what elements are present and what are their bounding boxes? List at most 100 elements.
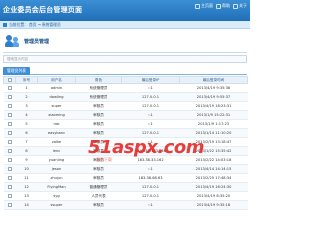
cell-last-time: 2013/2/25 17:48:34 — [179, 173, 248, 183]
checkbox[interactable] — [7, 185, 12, 189]
top-link-help[interactable]: 帮助 — [216, 3, 230, 9]
table-row[interactable]: 10 jeson 审核员::1 2013/4/14 14:14:15 — [3, 164, 248, 174]
cell-role: 系统管理员 — [75, 92, 122, 102]
cell-username: lenc — [37, 146, 76, 156]
cell-index: 2 — [15, 92, 38, 102]
cell-role: 人员代表 — [75, 191, 122, 201]
tab-bar: 管理员列表 — [3, 67, 247, 75]
breadcrumb: 当前位置： 首页 → 系统管理员 — [0, 21, 250, 29]
cell-role: 审核员 — [75, 173, 122, 183]
cell-username: dowling — [37, 92, 76, 102]
select-all-checkbox[interactable] — [3, 76, 16, 84]
search-input[interactable]: 搜索显示内容 — [3, 55, 247, 63]
cell-index: 10 — [15, 164, 38, 174]
checkbox[interactable] — [7, 140, 12, 144]
cell-last-time: 2013/4/19 9:35:18 — [179, 200, 248, 210]
cell-last-ip: ::1 — [121, 119, 180, 129]
cell-username: zhujun — [37, 173, 76, 183]
cell-index: 12 — [15, 182, 38, 192]
row-checkbox[interactable] — [3, 110, 16, 120]
page-title: 管理员管理 — [24, 39, 50, 45]
checkbox[interactable] — [7, 203, 12, 207]
cell-last-time: 2013/4/19 16:24:30 — [179, 182, 248, 192]
table-row[interactable]: 3 super 审核员 127.0.0.1 2013/4/19 18:23:31 — [3, 101, 248, 111]
table-row[interactable]: 4 xiaoming 审核员::1 2013/1/9 15:22:31 — [3, 110, 248, 120]
row-checkbox[interactable] — [3, 191, 16, 201]
checkbox[interactable] — [7, 158, 12, 162]
table-row[interactable]: 12 FlyingMan 普通管理员 127.0.0.1 2013/4/19 16:24… — [3, 182, 248, 192]
table-row[interactable]: 14 ssuper 审核员::1 2013/4/19 9:35:18 — [3, 200, 248, 210]
home-icon — [195, 3, 200, 9]
cell-last-time: 2013/4/19 8:35:20 — [179, 191, 248, 201]
top-link-about[interactable]: 关于 — [233, 3, 247, 9]
checkbox[interactable] — [7, 167, 12, 171]
column-header-last-time[interactable]: 最后登录时间 — [179, 76, 248, 84]
checkbox[interactable] — [7, 86, 12, 90]
cell-username: rob — [37, 119, 76, 129]
column-header-index[interactable]: 序号 — [15, 76, 38, 84]
breadcrumb-home[interactable]: 首页 — [29, 22, 37, 28]
cell-role: 审核员 — [75, 200, 122, 210]
cell-last-ip: ::1 — [121, 110, 180, 120]
checkbox[interactable] — [7, 131, 12, 135]
row-checkbox[interactable] — [3, 83, 16, 93]
cell-last-time: 2013/4/19 9:35:38 — [179, 83, 248, 93]
checkbox[interactable] — [7, 122, 12, 126]
location-icon — [3, 22, 7, 27]
row-checkbox[interactable] — [3, 155, 16, 165]
cell-username: super — [37, 101, 76, 111]
column-header-role[interactable]: 角色 — [75, 76, 122, 84]
cell-last-ip: ::1 — [121, 164, 180, 174]
table-row[interactable]: 2 dowling 系统管理员 127.0.0.1 2013/4/19 9:55:37 — [3, 92, 248, 102]
info-icon — [233, 3, 238, 9]
row-checkbox[interactable] — [3, 182, 16, 192]
watermark-c: .com — [157, 137, 205, 158]
top-link-label: 主页面 — [201, 3, 213, 8]
row-checkbox[interactable] — [3, 101, 16, 111]
cell-last-ip: 127.0.0.1 — [121, 182, 180, 192]
breadcrumb-prefix: 当前位置： — [9, 21, 28, 27]
table-row[interactable]: 11 zhujun 审核员 183.38.68.63 2013/2/25 17:48:3… — [3, 173, 248, 183]
row-checkbox[interactable] — [3, 137, 16, 147]
cell-index: 5 — [15, 119, 38, 129]
column-header-username[interactable]: 用户名 — [37, 76, 76, 84]
cell-last-time: 2013/4/19 18:23:31 — [179, 101, 248, 111]
row-checkbox[interactable] — [3, 146, 16, 156]
row-checkbox[interactable] — [3, 200, 16, 210]
checkbox[interactable] — [7, 104, 12, 108]
checkbox[interactable] — [7, 176, 12, 180]
tab-admin-list[interactable]: 管理员列表 — [3, 67, 30, 75]
cell-index: 14 — [15, 200, 38, 210]
divider — [3, 52, 247, 53]
cell-role: 审核员 — [75, 164, 122, 174]
watermark-b: aspx — [112, 137, 158, 158]
row-checkbox[interactable] — [3, 128, 16, 138]
cell-index: 4 — [15, 110, 38, 120]
checkbox[interactable] — [7, 149, 12, 153]
watermark-logo: 51aspx.com 源码下载 — [88, 135, 205, 165]
cell-username: admin — [37, 83, 76, 93]
cell-index: 3 — [15, 101, 38, 111]
table-row[interactable]: 5 rob 审核员::1 2013/1/9 1:17:23 — [3, 119, 248, 129]
cell-username: FlyingMan — [37, 182, 76, 192]
table-row[interactable]: 1 admin 系统管理员::1 2013/4/19 9:35:38 — [3, 83, 248, 93]
row-checkbox[interactable] — [3, 92, 16, 102]
cell-username: yuanling — [37, 155, 76, 165]
column-header-last-ip[interactable]: 最后登录IP — [121, 76, 180, 84]
table-row[interactable]: 13 syg 人员代表 127.0.0.1 2013/4/19 8:35:20 — [3, 191, 248, 201]
cell-last-time: 2013/4/14 14:14:15 — [179, 164, 248, 174]
row-checkbox[interactable] — [3, 164, 16, 174]
cell-last-ip: 183.38.68.63 — [121, 173, 180, 183]
cell-username: zalke — [37, 137, 76, 147]
table-header-row: 序号 用户名 角色 最后登录IP 最后登录时间 — [3, 76, 248, 84]
cell-username: syg — [37, 191, 76, 201]
cell-last-ip: 127.0.0.1 — [121, 92, 180, 102]
cell-index: 1 — [15, 83, 38, 93]
row-checkbox[interactable] — [3, 173, 16, 183]
checkbox[interactable] — [7, 194, 12, 198]
top-link-home[interactable]: 主页面 — [195, 3, 213, 9]
checkbox[interactable] — [7, 95, 12, 99]
top-link-label: 关于 — [239, 3, 247, 8]
checkbox[interactable] — [7, 113, 12, 117]
row-checkbox[interactable] — [3, 119, 16, 129]
